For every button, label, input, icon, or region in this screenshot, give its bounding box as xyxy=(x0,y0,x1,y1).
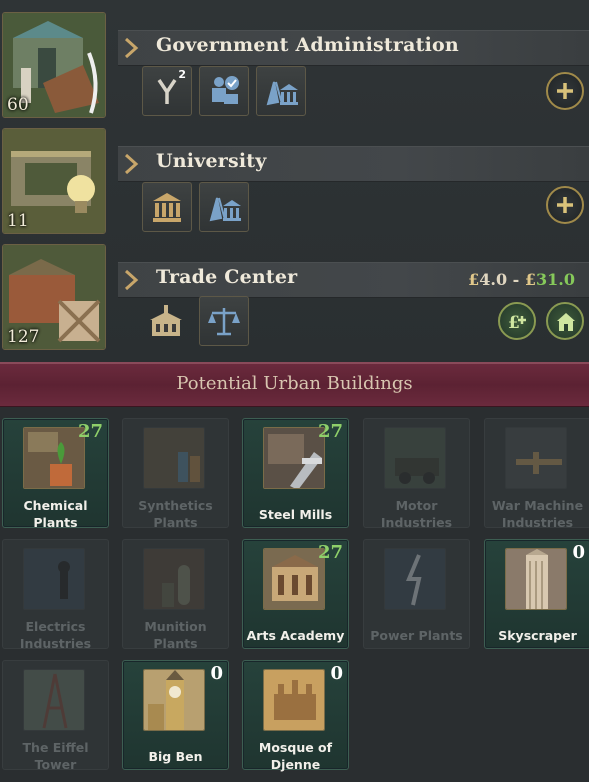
building-title-bar[interactable]: Trade Center £4.0 - £31.0 xyxy=(118,262,589,298)
building-label: Electrics xyxy=(25,619,86,634)
scales-icon xyxy=(208,308,240,336)
house-up-icon xyxy=(557,313,575,331)
building-label: Power Plants xyxy=(370,628,463,643)
electrics-industries-image xyxy=(23,548,85,610)
building-type-indicator xyxy=(146,302,186,342)
building-count: 0 xyxy=(330,663,343,684)
potential-buildings-title: Potential Urban Buildings xyxy=(176,373,413,394)
building-name: Trade Center xyxy=(156,266,298,288)
potential-building-mosque-of-djenne[interactable]: 0 Mosque of Djenne xyxy=(242,660,349,772)
building-label: Synthetics xyxy=(138,498,213,513)
building-label: War Machine xyxy=(491,498,584,513)
building-label: Big Ben xyxy=(148,749,203,764)
potential-building-steel-mills[interactable]: 27 Steel Mills xyxy=(242,418,349,528)
building-count: 0 xyxy=(210,663,223,684)
arts-academy-image xyxy=(263,548,325,610)
building-count: 27 xyxy=(317,421,343,442)
potential-building-eiffel-tower[interactable]: The Eiffel Tower xyxy=(2,660,109,772)
potential-building-chemical-plants[interactable]: 27 Chemical Plants xyxy=(2,418,109,530)
building-count: 27 xyxy=(317,542,343,563)
building-level: 127 xyxy=(7,327,40,347)
big-ben-image xyxy=(143,669,205,731)
potential-building-big-ben[interactable]: 0 Big Ben xyxy=(122,660,229,770)
trade-value-range: £4.0 - £31.0 xyxy=(468,270,575,289)
potential-buildings-grid: 27 Chemical Plants Synthetics Plants 27 … xyxy=(0,412,589,782)
building-label-line2: Djenne xyxy=(270,757,321,772)
eiffel-tower-image xyxy=(23,669,85,731)
building-count: 0 xyxy=(572,542,585,563)
potential-building-electrics-industries[interactable]: Electrics Industries xyxy=(2,539,109,651)
potential-building-motor-industries[interactable]: Motor Industries xyxy=(363,418,470,530)
building-title-bar[interactable]: University xyxy=(118,146,589,182)
built-buildings-panel: 60 Government Administration 2 11 Univer… xyxy=(0,0,589,360)
building-name: University xyxy=(156,150,267,172)
building-label-line2: Plants xyxy=(153,636,198,651)
building-label: Steel Mills xyxy=(258,507,333,522)
power-plants-image xyxy=(384,548,446,610)
synthetics-plants-image xyxy=(143,427,205,489)
trade-center-thumbnail[interactable]: 127 xyxy=(2,244,106,350)
potential-building-arts-academy[interactable]: 27 Arts Academy xyxy=(242,539,349,649)
building-label: Skyscraper xyxy=(498,628,577,643)
building-name: Government Administration xyxy=(156,34,459,56)
chevron-right-icon xyxy=(124,269,139,291)
motor-industries-image xyxy=(384,427,446,489)
chemical-plants-image xyxy=(23,427,85,489)
expand-building-button[interactable] xyxy=(546,72,584,110)
potential-building-war-machine-industries[interactable]: War Machine Industries xyxy=(484,418,589,530)
building-count: 27 xyxy=(77,421,103,442)
potential-building-skyscraper[interactable]: 0 Skyscraper xyxy=(484,539,589,649)
devotion-institution-button[interactable] xyxy=(199,182,249,232)
potential-building-power-plants[interactable]: Power Plants xyxy=(363,539,470,649)
building-label-line2: Plants xyxy=(153,515,198,530)
svg-text:£: £ xyxy=(508,313,520,333)
branch-button[interactable]: 2 xyxy=(142,66,192,116)
building-label: Munition xyxy=(144,619,207,634)
building-label: Mosque of xyxy=(258,740,333,755)
worker-check-icon xyxy=(212,76,239,104)
building-label-line2: Industries xyxy=(380,515,453,530)
war-machine-industries-image xyxy=(505,427,567,489)
building-row-government-administration: 60 Government Administration 2 xyxy=(0,12,589,128)
branch-badge: 2 xyxy=(178,68,186,81)
institution-button[interactable] xyxy=(142,182,192,232)
worker-approve-button[interactable] xyxy=(199,66,249,116)
pray-institution-icon xyxy=(209,197,241,222)
trade-policy-button[interactable] xyxy=(199,296,249,346)
building-title-bar[interactable]: Government Administration xyxy=(118,30,589,66)
building-level: 11 xyxy=(7,211,29,231)
plus-icon xyxy=(557,197,573,213)
plus-icon xyxy=(557,83,573,99)
pound-plus-icon: £ xyxy=(508,313,526,333)
building-label: Motor xyxy=(395,498,438,513)
building-icon xyxy=(150,305,182,336)
building-row-trade-center: 127 Trade Center £4.0 - £31.0 £ xyxy=(0,244,589,360)
munition-plants-image xyxy=(143,548,205,610)
chevron-right-icon xyxy=(124,37,139,59)
upgrade-building-button[interactable] xyxy=(546,302,584,340)
devotion-institution-button[interactable] xyxy=(256,66,306,116)
university-thumbnail[interactable]: 11 xyxy=(2,128,106,234)
potential-building-synthetics-plants[interactable]: Synthetics Plants xyxy=(122,418,229,530)
increase-funding-button[interactable]: £ xyxy=(498,302,536,340)
building-label: Arts Academy xyxy=(246,628,345,643)
building-label-line2: Tower xyxy=(34,757,77,772)
chevron-right-icon xyxy=(124,153,139,175)
expand-building-button[interactable] xyxy=(546,186,584,224)
government-administration-thumbnail[interactable]: 60 xyxy=(2,12,106,118)
pray-institution-icon xyxy=(266,81,298,106)
building-label-line2: Plants xyxy=(33,515,78,530)
building-level: 60 xyxy=(7,95,29,115)
building-label-line2: Industries xyxy=(19,636,92,651)
institution-icon xyxy=(153,193,181,222)
skyscraper-image xyxy=(505,548,567,610)
steel-mills-image xyxy=(263,427,325,489)
building-label: The Eiffel xyxy=(22,740,89,755)
potential-buildings-header: Potential Urban Buildings xyxy=(0,362,589,407)
mosque-of-djenne-image xyxy=(263,669,325,731)
building-label-line2: Industries xyxy=(501,515,574,530)
building-label: Chemical xyxy=(23,498,88,513)
potential-building-munition-plants[interactable]: Munition Plants xyxy=(122,539,229,651)
building-row-university: 11 University xyxy=(0,128,589,244)
